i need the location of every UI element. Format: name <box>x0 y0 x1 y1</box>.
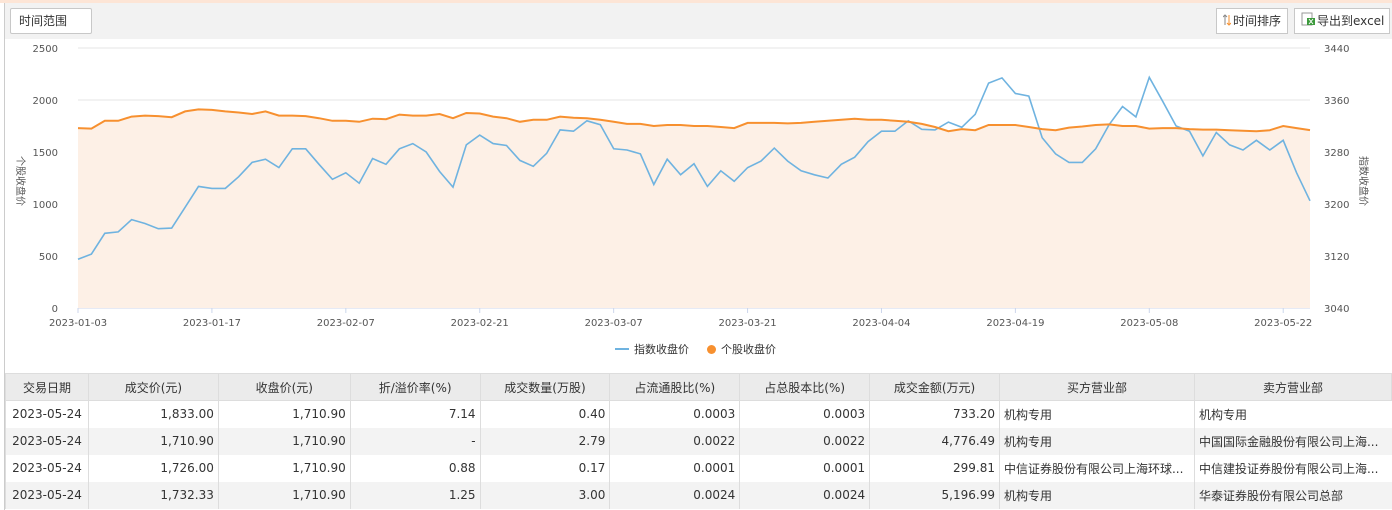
table-cell: 中国国际金融股份有限公司上海... <box>1193 427 1392 455</box>
table-cell: - <box>349 427 481 455</box>
legend-label: 个股收盘价 <box>721 343 776 356</box>
table-cell: 2023-05-24 <box>5 481 89 509</box>
price-chart: 0 3040 500 3120 1000 3200 1500 3280 2000 3360 2500… <box>14 44 1370 329</box>
table-cell: 0.0001 <box>739 454 870 482</box>
right-axis-tick-label: 3200 <box>1324 200 1349 211</box>
x-axis-tick-label: 2023-01-17 <box>183 318 241 329</box>
table-cell: 1,710.90 <box>217 454 351 482</box>
table-cell: 0.17 <box>479 454 610 482</box>
left-axis-tick-label: 2000 <box>33 96 58 107</box>
x-axis-tick-label: 2023-04-19 <box>986 318 1044 329</box>
legend-line-icon <box>615 348 629 350</box>
table-cell: 0.0003 <box>739 400 870 428</box>
table-row[interactable]: 2023-05-24 1,732.33 1,710.90 1.25 3.00 0.0024… <box>5 481 1392 509</box>
table-row[interactable]: 2023-05-24 1,726.00 1,710.90 0.88 0.17 0.0001… <box>5 454 1392 482</box>
block-trade-table: 交易日期 成交价(元) 收盘价(元) 折/溢价率(%) 成交数量(万股) 占流通股比(%)… <box>5 373 1392 509</box>
table-cell: 机构专用 <box>1193 400 1392 428</box>
column-header[interactable]: 占流通股比(%) <box>609 373 741 401</box>
stock-area-fill <box>78 109 1310 309</box>
time-range-label: 时间范围 <box>19 14 68 28</box>
export-excel-button[interactable]: 导出到excel <box>1294 8 1390 34</box>
chart-legend: 指数收盘价 个股收盘价 <box>615 341 776 357</box>
x-axis-tick-label: 2023-03-21 <box>719 318 777 329</box>
left-axis-title: 个股收盘价 <box>14 156 27 206</box>
table-cell: 733.20 <box>869 400 1000 428</box>
table-cell: 机构专用 <box>998 400 1195 428</box>
table-cell: 2023-05-24 <box>5 454 89 482</box>
column-header[interactable]: 收盘价(元) <box>217 373 351 401</box>
excel-icon <box>1301 10 1315 34</box>
x-axis-tick-label: 2023-04-04 <box>852 318 910 329</box>
right-axis-tick-label: 3040 <box>1324 304 1349 315</box>
table-cell: 2023-05-24 <box>5 400 89 428</box>
table-cell: 1.25 <box>349 481 481 509</box>
table-cell: 0.0024 <box>609 481 740 509</box>
x-axis-tick-label: 2023-01-03 <box>49 318 107 329</box>
table-cell: 中信建投证券股份有限公司上海... <box>1193 454 1392 482</box>
legend-label: 指数收盘价 <box>634 343 689 356</box>
table-cell: 1,833.00 <box>87 400 219 428</box>
time-range-button[interactable]: 时间范围 <box>10 8 92 34</box>
table-cell: 299.81 <box>869 454 1000 482</box>
right-axis-title: 指数收盘价 <box>1357 156 1370 206</box>
table-cell: 3.00 <box>479 481 610 509</box>
table-cell: 0.88 <box>349 454 481 482</box>
column-header[interactable]: 成交数量(万股) <box>479 373 611 401</box>
column-header[interactable]: 卖方营业部 <box>1193 373 1392 401</box>
table-cell: 0.0001 <box>609 454 740 482</box>
export-excel-label: 导出到excel <box>1317 14 1385 28</box>
table-cell: 1,710.90 <box>87 427 219 455</box>
right-axis-tick-label: 3440 <box>1324 44 1349 55</box>
table-cell: 0.0022 <box>609 427 740 455</box>
table-cell: 机构专用 <box>998 481 1195 509</box>
table-cell: 0.0022 <box>739 427 870 455</box>
right-axis-tick-label: 3120 <box>1324 252 1349 263</box>
table-cell: 0.40 <box>479 400 610 428</box>
left-axis-tick-label: 1500 <box>33 148 58 159</box>
toolbar: 时间范围 时间排序 导出到excel <box>5 3 1392 39</box>
time-sort-label: 时间排序 <box>1233 14 1282 28</box>
table-cell: 2.79 <box>479 427 610 455</box>
legend-item-stock[interactable]: 个股收盘价 <box>707 341 776 357</box>
column-header[interactable]: 折/溢价率(%) <box>349 373 481 401</box>
table-row[interactable]: 2023-05-24 1,710.90 1,710.90-2.79 0.0022 0.0… <box>5 427 1392 455</box>
table-cell: 7.14 <box>349 400 481 428</box>
table-cell: 1,726.00 <box>87 454 219 482</box>
time-sort-button[interactable]: 时间排序 <box>1216 8 1288 34</box>
column-header[interactable]: 交易日期 <box>5 373 89 401</box>
legend-dot-icon <box>707 344 716 354</box>
table-cell: 1,710.90 <box>217 400 351 428</box>
table-cell: 中信证券股份有限公司上海环球... <box>998 454 1195 482</box>
x-axis-tick-label: 2023-02-07 <box>317 318 375 329</box>
sort-arrows-icon <box>1222 10 1232 34</box>
x-axis-tick-label: 2023-02-21 <box>451 318 509 329</box>
legend-item-index[interactable]: 指数收盘价 <box>615 341 689 357</box>
x-axis-tick-label: 2023-03-07 <box>585 318 643 329</box>
column-header[interactable]: 买方营业部 <box>998 373 1195 401</box>
table-cell: 4,776.49 <box>869 427 1000 455</box>
x-axis-tick-label: 2023-05-22 <box>1254 318 1312 329</box>
left-axis-tick-label: 0 <box>52 304 58 315</box>
table-cell: 2023-05-24 <box>5 427 89 455</box>
table-cell: 1,732.33 <box>87 481 219 509</box>
right-axis-tick-label: 3280 <box>1324 148 1349 159</box>
left-axis-tick-label: 2500 <box>33 44 58 55</box>
table-cell: 0.0003 <box>609 400 740 428</box>
table-cell: 机构专用 <box>998 427 1195 455</box>
table-row[interactable]: 2023-05-24 1,833.00 1,710.90 7.14 0.40 0.0003… <box>5 400 1392 428</box>
table-cell: 5,196.99 <box>869 481 1000 509</box>
right-axis-tick-label: 3360 <box>1324 96 1349 107</box>
table-header: 交易日期 成交价(元) 收盘价(元) 折/溢价率(%) 成交数量(万股) 占流通股比(%)… <box>5 373 1392 401</box>
table-cell: 1,710.90 <box>217 481 351 509</box>
left-axis-tick-label: 1000 <box>33 200 58 211</box>
table-cell: 1,710.90 <box>217 427 351 455</box>
table-cell: 0.0024 <box>739 481 870 509</box>
left-axis-tick-label: 500 <box>39 252 58 263</box>
column-header[interactable]: 占总股本比(%) <box>739 373 871 401</box>
column-header[interactable]: 成交价(元) <box>87 373 219 401</box>
x-axis-tick-label: 2023-05-08 <box>1120 318 1178 329</box>
table-cell: 华泰证券股份有限公司总部 <box>1193 481 1392 509</box>
column-header[interactable]: 成交金额(万元) <box>869 373 1000 401</box>
